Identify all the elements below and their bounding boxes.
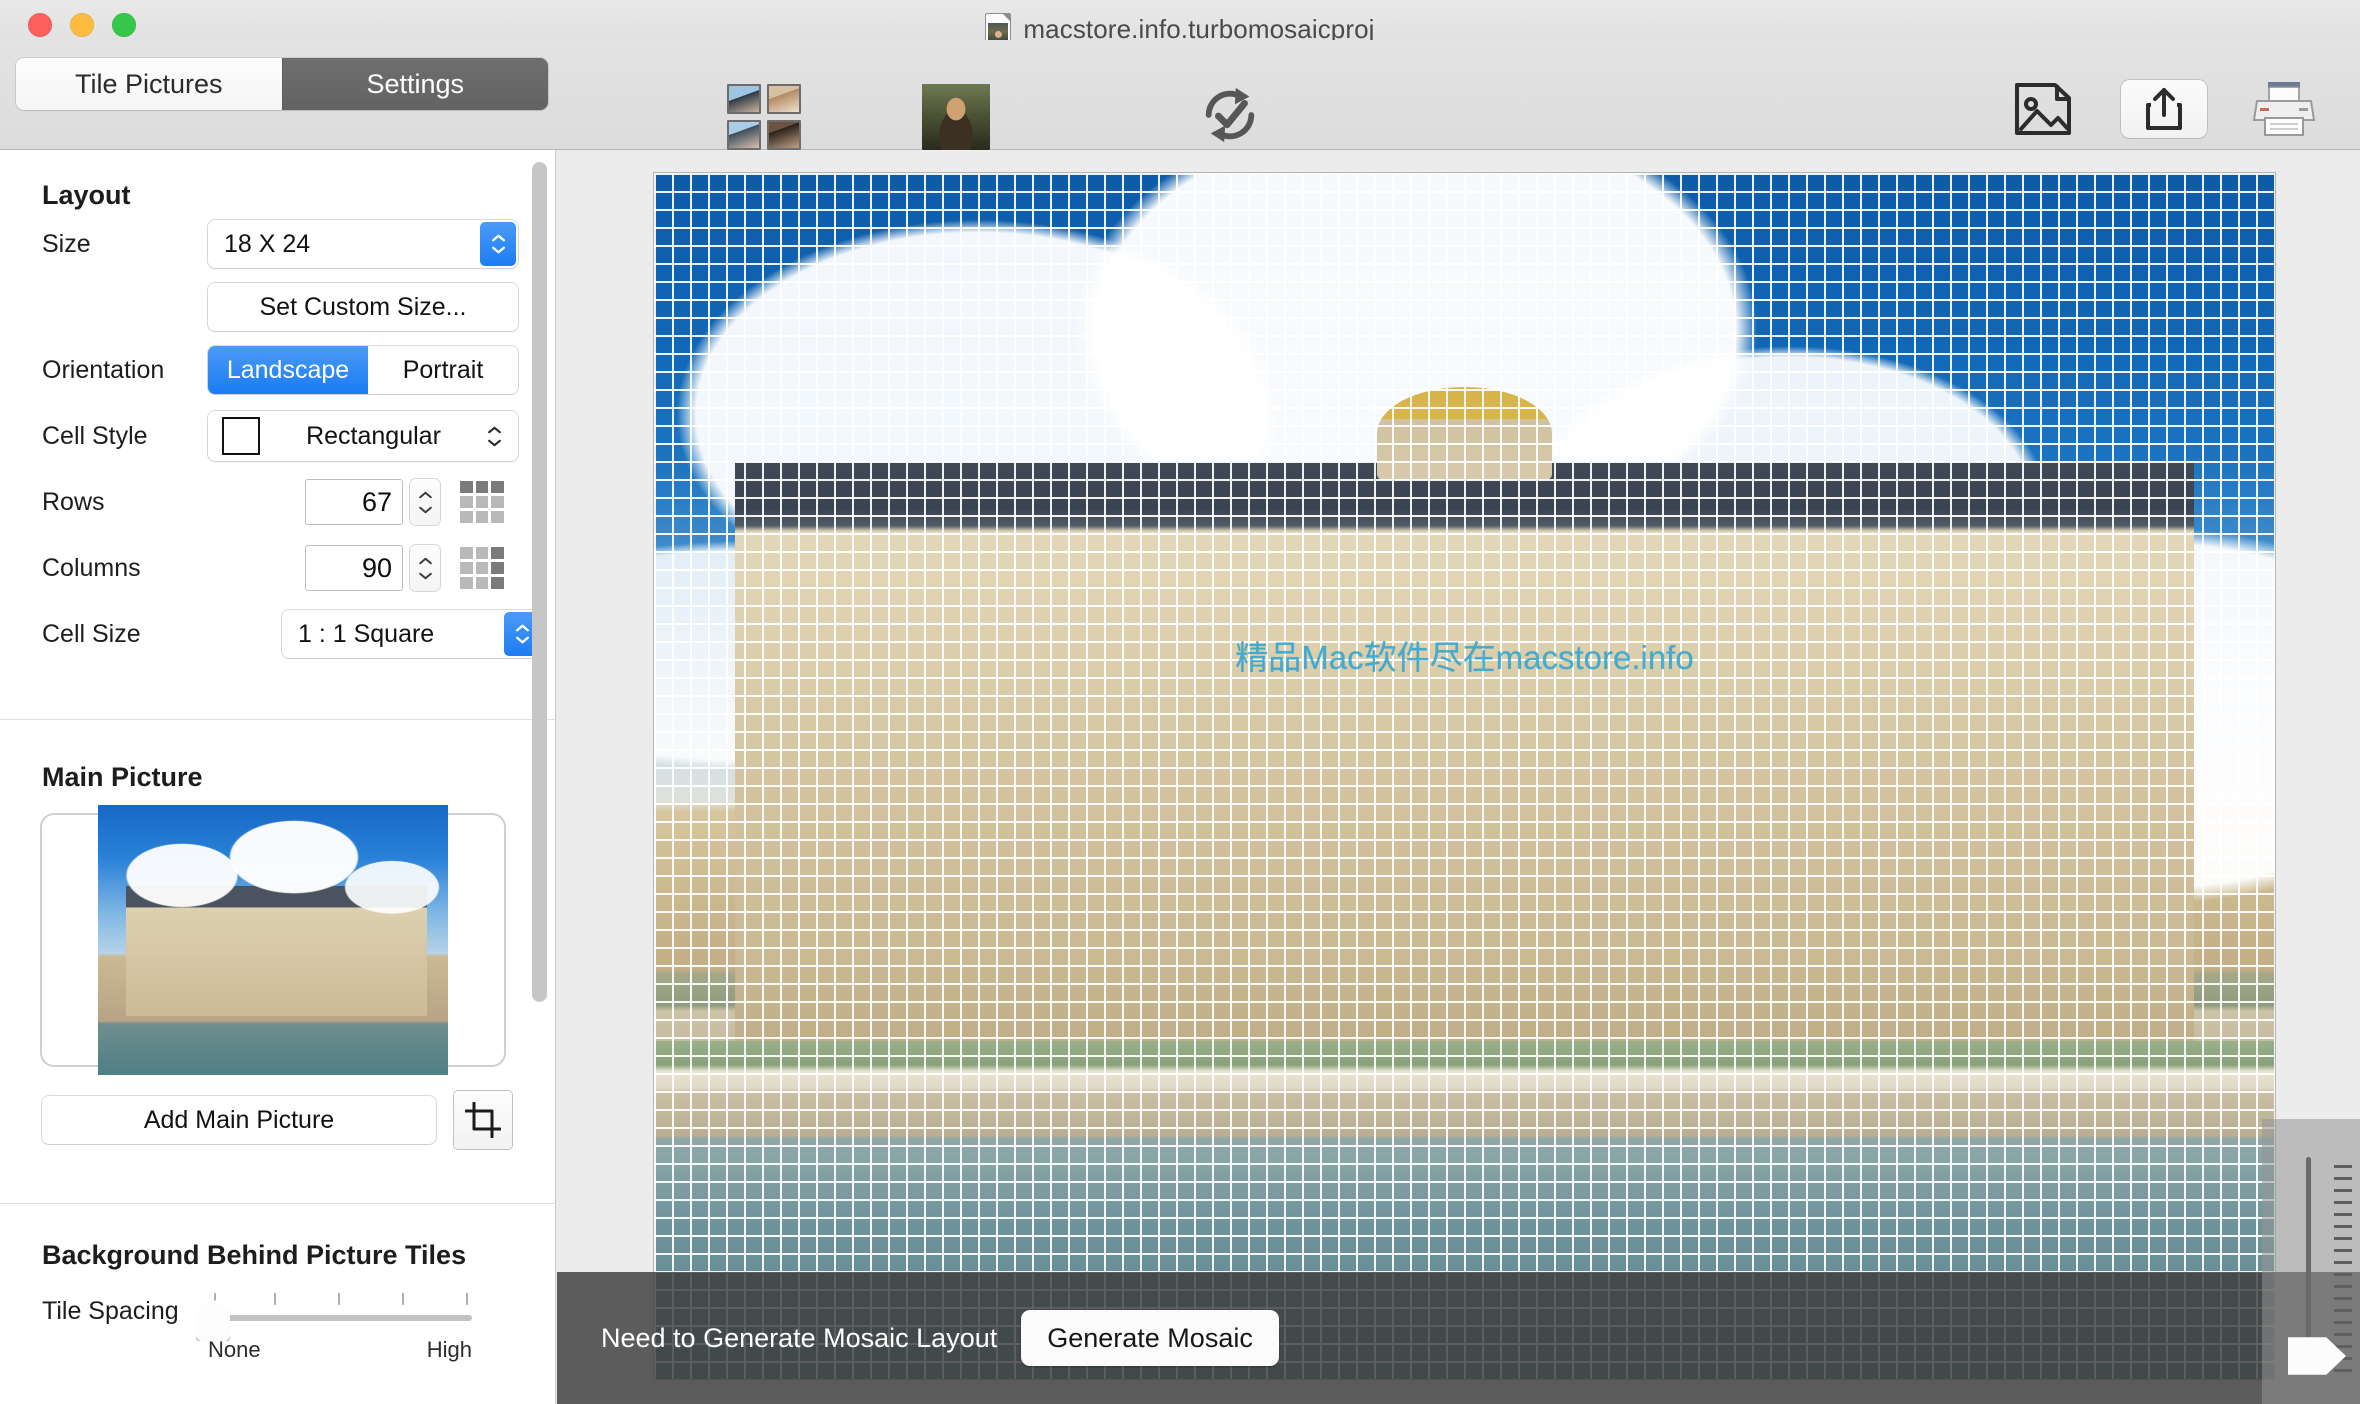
mona-lisa-icon (922, 84, 990, 150)
app-window: macstore.info.turbomosaicproj Tile Pictu… (0, 0, 2360, 1404)
cell-size-label: Cell Size (42, 619, 141, 648)
crop-icon (465, 1102, 501, 1138)
main-picture-actions: Add Main Picture (42, 1091, 555, 1149)
main-picture-preview-frame[interactable] (42, 805, 504, 1075)
rows-input[interactable]: 67 (306, 480, 402, 524)
slider-ticks (208, 1293, 472, 1305)
cell-style-label: Cell Style (42, 421, 148, 450)
rows-label: Rows (42, 487, 105, 516)
cell-shape-swatch-icon (222, 417, 260, 455)
orientation-label: Orientation (42, 355, 165, 384)
orientation-landscape-option[interactable]: Landscape (208, 346, 368, 394)
close-button[interactable] (28, 13, 52, 37)
zoom-slider-ticks (2334, 1165, 2352, 1374)
tab-settings[interactable]: Settings (281, 58, 548, 110)
share-button-bg (2121, 80, 2207, 138)
printer-icon (2252, 82, 2316, 136)
orientation-row: Orientation Landscape Portrait (0, 337, 555, 403)
tile-spacing-slider[interactable] (196, 1285, 472, 1341)
chevron-up-icon (515, 624, 529, 632)
slider-end-labels: None High (208, 1337, 472, 1363)
sidebar-scrollbar[interactable] (532, 162, 547, 1002)
columns-label: Columns (42, 553, 141, 582)
chevron-down-icon (418, 572, 432, 579)
page-fold-icon (1002, 14, 1011, 22)
status-message: Need to Generate Mosaic Layout (601, 1322, 998, 1353)
cell-size-value: 1 : 1 Square (298, 619, 435, 648)
background-section-title: Background Behind Picture Tiles (42, 1240, 467, 1270)
layout-section: Layout Size 18 X 24 Set Custom Size... O… (0, 150, 555, 720)
columns-grid-preview-icon (460, 547, 504, 589)
tile-pictures-icon (727, 84, 801, 150)
export-image-icon (2015, 83, 2071, 135)
chevron-down-icon (491, 246, 505, 254)
cell-style-row: Cell Style Rectangular (0, 403, 555, 469)
zoom-button[interactable] (112, 13, 136, 37)
mosaic-grid-overlay (654, 173, 2275, 1379)
traffic-lights (28, 13, 136, 37)
tab-tile-pictures[interactable]: Tile Pictures (16, 58, 282, 110)
set-custom-size-button[interactable]: Set Custom Size... (208, 283, 518, 331)
settings-sidebar: Layout Size 18 X 24 Set Custom Size... O… (0, 150, 556, 1404)
mosaic-preview-image[interactable]: 精品Mac软件尽在macstore.info (654, 173, 2275, 1379)
chevron-up-icon (418, 491, 432, 498)
slider-track (208, 1315, 472, 1321)
columns-stepper[interactable] (410, 545, 440, 591)
zoom-slider[interactable] (2262, 1119, 2360, 1404)
cell-style-chevrons (487, 426, 502, 447)
cell-size-row: Cell Size 1 : 1 Square (0, 601, 555, 667)
view-mode-tabs: Tile Pictures Settings (16, 58, 548, 110)
orientation-segmented-control: Landscape Portrait (208, 346, 518, 394)
rows-row: Rows 67 (0, 469, 555, 535)
custom-size-row: Set Custom Size... (0, 277, 555, 337)
size-row: Size 18 X 24 (0, 211, 555, 277)
columns-row: Columns 90 (0, 535, 555, 601)
zoom-slider-track (2306, 1157, 2311, 1356)
size-value: 18 X 24 (224, 229, 311, 258)
chevron-down-icon (418, 506, 432, 513)
tile-spacing-label: Tile Spacing (42, 1297, 179, 1325)
background-section: Background Behind Picture Tiles Tile Spa… (0, 1204, 555, 1362)
mosaic-canvas: 精品Mac软件尽在macstore.info Need to Generate … (557, 150, 2360, 1404)
status-bar: Need to Generate Mosaic Layout Generate … (557, 1272, 2360, 1404)
columns-input[interactable]: 90 (306, 546, 402, 590)
crop-button[interactable] (454, 1091, 512, 1149)
cell-size-popup-button[interactable]: 1 : 1 Square (282, 610, 542, 658)
cell-style-popup-button[interactable]: Rectangular (208, 411, 518, 461)
size-label: Size (42, 229, 91, 258)
main-picture-section: Main Picture Add Main Picture (0, 720, 555, 1204)
share-icon (2146, 88, 2182, 130)
cell-style-value: Rectangular (306, 421, 441, 450)
main-picture-thumbnail (98, 805, 448, 1075)
chevron-up-icon (488, 426, 501, 433)
rows-stepper[interactable] (410, 479, 440, 525)
watermark-text: 精品Mac软件尽在macstore.info (1235, 639, 1694, 677)
generate-mosaic-button[interactable]: Generate Mosaic (1021, 1310, 1279, 1366)
size-popup-button[interactable]: 18 X 24 (208, 220, 518, 268)
chevron-down-icon (515, 636, 529, 644)
layout-section-title: Layout (42, 180, 131, 210)
orientation-portrait-option[interactable]: Portrait (368, 346, 518, 394)
chevron-up-icon (418, 557, 432, 564)
slider-max-label: High (426, 1337, 472, 1362)
chevron-up-icon (491, 234, 505, 242)
mansion-photo (98, 805, 448, 1075)
tile-spacing-row: Tile Spacing None High (0, 1271, 555, 1362)
rows-grid-preview-icon (460, 481, 504, 523)
add-main-picture-button[interactable]: Add Main Picture (42, 1096, 436, 1144)
toolbar: Tile Pictures Settings Add Tile Pictures… (0, 40, 2360, 179)
size-stepper-arrows[interactable] (480, 222, 516, 266)
minimize-button[interactable] (70, 13, 94, 37)
main-picture-section-title: Main Picture (42, 762, 203, 792)
generate-mosaic-icon (1205, 87, 1255, 143)
chevron-down-icon (488, 439, 501, 446)
